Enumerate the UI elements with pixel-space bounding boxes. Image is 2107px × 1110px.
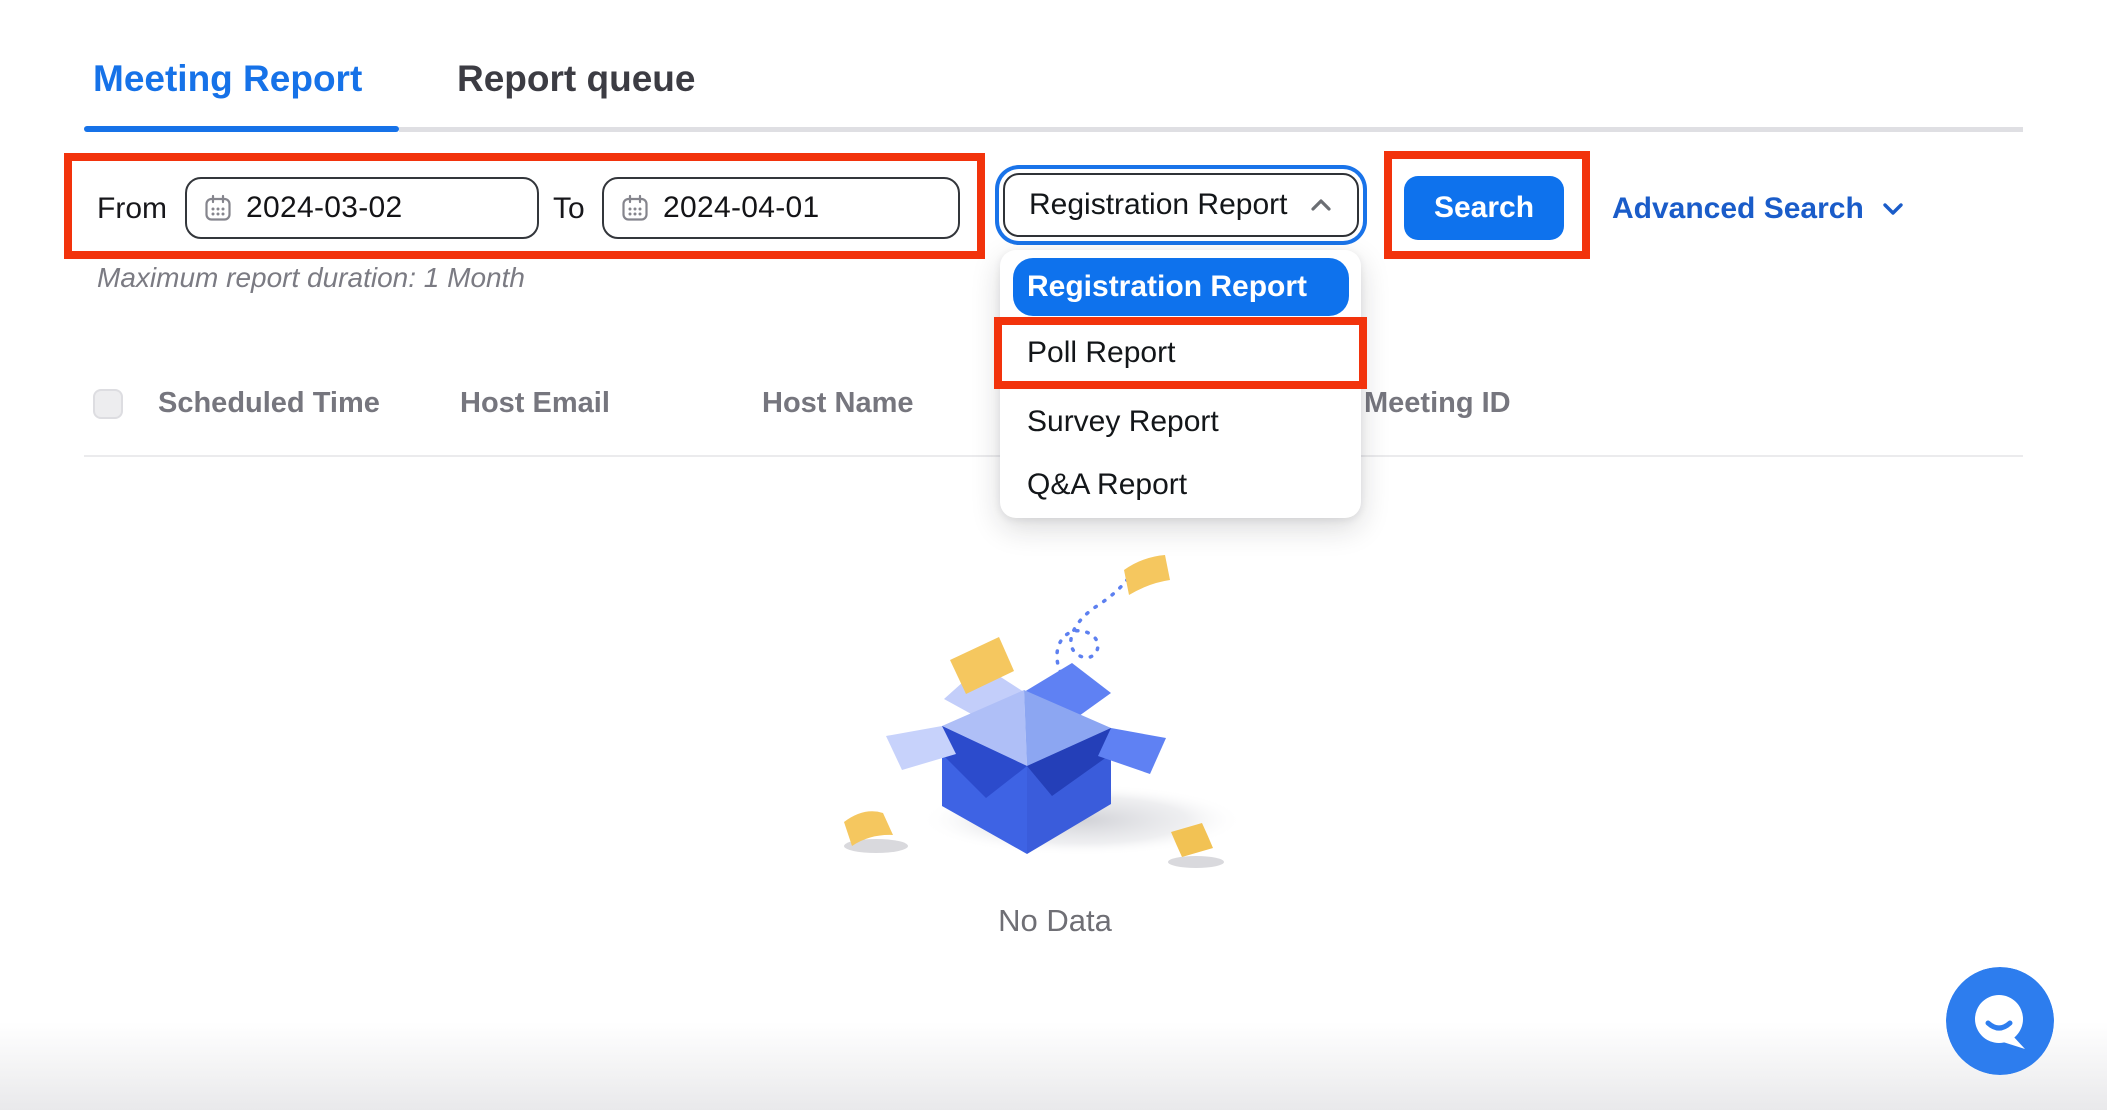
to-date-input[interactable]: 2024-04-01 — [602, 177, 960, 239]
tab-meeting-report[interactable]: Meeting Report — [93, 58, 362, 100]
tab-report-queue[interactable]: Report queue — [457, 58, 695, 100]
search-button[interactable]: Search — [1404, 176, 1564, 240]
select-all-checkbox[interactable] — [93, 389, 123, 419]
calendar-icon — [204, 194, 232, 222]
menu-option-poll-report[interactable]: Poll Report — [1002, 325, 1359, 381]
to-date-value: 2024-04-01 — [663, 191, 819, 225]
report-type-dropdown[interactable]: Registration Report — [1003, 173, 1359, 237]
no-data-illustration — [834, 540, 1274, 880]
meeting-report-page: Meeting Report Report queue From 2024-03… — [0, 0, 2107, 1110]
report-type-menu: Registration Report Poll Report Survey R… — [1000, 250, 1361, 518]
column-header-host-email: Host Email — [460, 387, 610, 420]
report-type-selected-value: Registration Report — [1029, 188, 1307, 222]
column-header-host-name: Host Name — [762, 387, 914, 420]
tab-bar-divider — [399, 127, 2023, 132]
annotation-box-poll-report: Poll Report — [994, 317, 1367, 389]
from-date-input[interactable]: 2024-03-02 — [185, 177, 539, 239]
chevron-up-icon — [1307, 191, 1335, 219]
duration-note: Maximum report duration: 1 Month — [97, 262, 525, 294]
menu-option-registration-report[interactable]: Registration Report — [1013, 258, 1349, 316]
advanced-search-label: Advanced Search — [1612, 192, 1864, 226]
to-label: To — [553, 192, 585, 226]
active-tab-underline — [84, 126, 399, 132]
menu-option-qa-report[interactable]: Q&A Report — [1027, 463, 1187, 507]
menu-option-survey-report[interactable]: Survey Report — [1027, 400, 1219, 444]
advanced-search-link[interactable]: Advanced Search — [1612, 190, 1906, 228]
calendar-icon — [621, 194, 649, 222]
chevron-down-icon — [1880, 196, 1906, 222]
column-header-scheduled-time: Scheduled Time — [158, 387, 380, 420]
from-label: From — [97, 192, 167, 226]
no-data-label: No Data — [840, 903, 1270, 939]
column-header-meeting-id: Meeting ID — [1364, 387, 1511, 420]
chat-support-button[interactable] — [1946, 967, 2054, 1075]
from-date-value: 2024-03-02 — [246, 191, 402, 225]
bottom-gradient — [0, 1022, 2107, 1110]
